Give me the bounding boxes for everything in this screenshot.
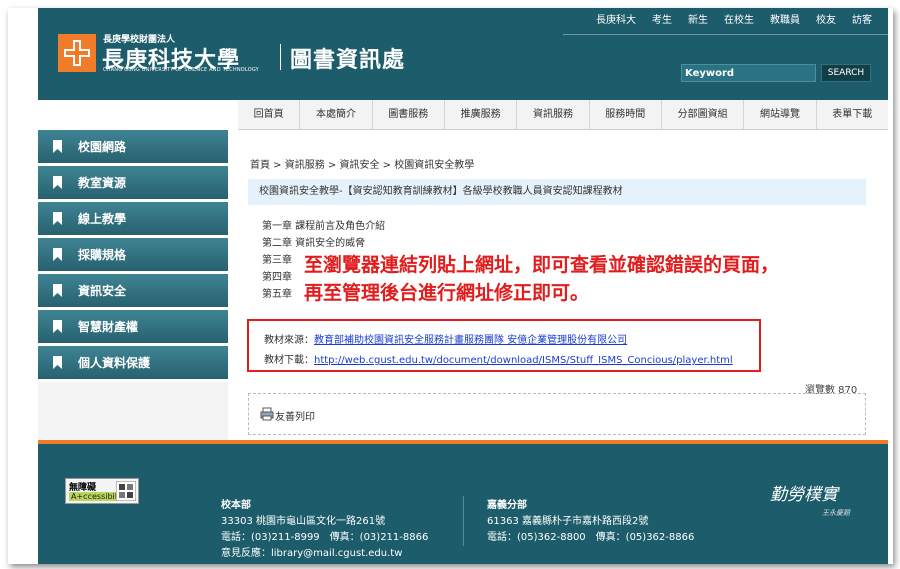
top-nav: 長庚科大 考生 新生 在校生 教職員 校友 訪客 bbox=[588, 12, 880, 30]
bookmark-flag-icon bbox=[53, 176, 62, 189]
screenshot-frame: 長庚學校財團法人 長庚科技大學 CHANG GUNG UNIVERSITY OF… bbox=[8, 8, 893, 564]
cgust-logo-icon[interactable] bbox=[58, 34, 96, 72]
search-button[interactable]: SEARCH bbox=[821, 64, 871, 82]
top-link-students[interactable]: 在校生 bbox=[716, 12, 762, 30]
nav-promotion[interactable]: 推廣服務 bbox=[445, 100, 518, 129]
download-link[interactable]: http://web.cgust.edu.tw/document/downloa… bbox=[314, 355, 733, 366]
print-button[interactable]: 友善列印 bbox=[275, 408, 315, 423]
campus-name: 嘉義分部 bbox=[487, 500, 527, 511]
page-title: 校園資訊安全教學-【資安認知教育訓練教材】各級學校教職人員資安認知課程教材 bbox=[248, 179, 866, 205]
site-header: 長庚學校財團法人 長庚科技大學 CHANG GUNG UNIVERSITY OF… bbox=[38, 8, 888, 100]
nav-library-services[interactable]: 圖書服務 bbox=[373, 100, 445, 129]
bookmark-flag-icon bbox=[53, 212, 62, 225]
sidebar-item-label: 線上教學 bbox=[78, 212, 127, 226]
campus-email[interactable]: 意見反應：library@mail.cgust.edu.tw bbox=[221, 546, 428, 562]
breadcrumb: 首頁 > 資訊服務 > 資訊安全 > 校園資訊安全教學 bbox=[250, 160, 475, 171]
search-input[interactable] bbox=[681, 64, 816, 82]
bookmark-flag-icon bbox=[53, 320, 62, 333]
bookmark-flag-icon bbox=[53, 356, 62, 369]
web-page: 長庚學校財團法人 長庚科技大學 CHANG GUNG UNIVERSITY OF… bbox=[38, 8, 888, 564]
accessibility-badge[interactable]: 無障礙 A+ccessibility bbox=[65, 478, 139, 504]
sidebar-item-label: 採購規格 bbox=[78, 248, 127, 262]
sidebar-item-online-teaching[interactable]: 線上教學 bbox=[38, 202, 228, 235]
unit-name[interactable]: 圖書資訊處 bbox=[290, 42, 405, 74]
footer-divider bbox=[463, 496, 464, 546]
source-label: 教材來源： bbox=[264, 335, 314, 346]
bookmark-flag-icon bbox=[53, 248, 62, 261]
top-link-applicants[interactable]: 考生 bbox=[644, 12, 680, 30]
campus-phone: 電話：(03)211-8999 傳真：(03)211-8866 bbox=[221, 532, 429, 543]
printer-icon[interactable] bbox=[260, 407, 274, 421]
campus-chiayi-info: 嘉義分部 61363 嘉義縣朴子市嘉朴路西段2號 電話：(05)362-8800… bbox=[487, 498, 694, 546]
top-link-freshmen[interactable]: 新生 bbox=[680, 12, 716, 30]
campus-name: 校本部 bbox=[221, 500, 251, 511]
logo-divider bbox=[280, 44, 281, 70]
bookmark-flag-icon bbox=[53, 284, 62, 297]
school-motto: 勤勞樸實 bbox=[770, 485, 838, 505]
download-row: 教材下載：http://web.cgust.edu.tw/document/do… bbox=[264, 351, 733, 366]
campus-main-info: 校本部 33303 桃園市龜山區文化一路261號 電話：(03)211-8999… bbox=[221, 498, 428, 562]
source-link[interactable]: 教育部補助校園資訊安全服務計畫服務團隊 安億企業管理股份有限公司 bbox=[314, 335, 627, 346]
top-link-cgust[interactable]: 長庚科大 bbox=[588, 12, 644, 30]
sidebar: 校園網路 教室資源 線上教學 採購規格 資訊安全 智慧財產權 個人資料保護 bbox=[38, 130, 228, 440]
nav-branch[interactable]: 分部圖資組 bbox=[662, 100, 745, 129]
sidebar-item-ip[interactable]: 智慧財產權 bbox=[38, 310, 228, 343]
main-nav: 回首頁 本處簡介 圖書服務 推廣服務 資訊服務 服務時間 分部圖資組 網站導覽 … bbox=[238, 100, 888, 130]
download-label: 教材下載： bbox=[264, 355, 314, 366]
sidebar-item-label: 資訊安全 bbox=[78, 284, 127, 298]
top-link-staff[interactable]: 教職員 bbox=[762, 12, 808, 30]
nav-info-services[interactable]: 資訊服務 bbox=[517, 100, 590, 129]
nav-forms[interactable]: 表單下載 bbox=[817, 100, 888, 129]
source-row: 教材來源：教育部補助校園資訊安全服務計畫服務團隊 安億企業管理股份有限公司 bbox=[264, 331, 627, 346]
school-name-en: CHANG GUNG UNIVERSITY OF SCIENCE AND TEC… bbox=[103, 67, 259, 73]
print-box: 友善列印 bbox=[248, 393, 866, 435]
sidebar-item-classroom[interactable]: 教室資源 bbox=[38, 166, 228, 199]
top-link-visitors[interactable]: 訪客 bbox=[844, 12, 880, 30]
sidebar-item-procurement[interactable]: 採購規格 bbox=[38, 238, 228, 271]
sidebar-background bbox=[38, 382, 228, 440]
annotation-text: 至瀏覽器連結列貼上網址，即可查看並確認錯誤的頁面， bbox=[304, 254, 780, 276]
sidebar-item-label: 校園網路 bbox=[78, 140, 127, 154]
campus-phone: 電話：(05)362-8800 傳真：(05)362-8866 bbox=[487, 532, 695, 543]
top-link-alumni[interactable]: 校友 bbox=[808, 12, 844, 30]
top-nav-divider bbox=[563, 34, 888, 35]
highlight-box: 教材來源：教育部補助校園資訊安全服務計畫服務團隊 安億企業管理股份有限公司 教材… bbox=[247, 319, 761, 372]
nav-home[interactable]: 回首頁 bbox=[238, 100, 301, 129]
bookmark-flag-icon bbox=[53, 140, 62, 153]
motto-signature: 王永慶題 bbox=[822, 509, 850, 517]
nav-sitemap[interactable]: 網站導覽 bbox=[744, 100, 817, 129]
sidebar-item-label: 教室資源 bbox=[78, 176, 127, 190]
campus-address: 33303 桃園市龜山區文化一路261號 bbox=[221, 516, 386, 527]
nav-hours[interactable]: 服務時間 bbox=[590, 100, 662, 129]
annotation-text: 再至管理後台進行網址修正即可。 bbox=[304, 282, 590, 304]
sidebar-item-campus-network[interactable]: 校園網路 bbox=[38, 130, 228, 163]
sidebar-item-label: 智慧財產權 bbox=[78, 320, 139, 334]
sidebar-item-privacy[interactable]: 個人資料保護 bbox=[38, 346, 228, 379]
accessibility-icon bbox=[116, 481, 136, 501]
campus-address: 61363 嘉義縣朴子市嘉朴路西段2號 bbox=[487, 516, 649, 527]
sidebar-item-security[interactable]: 資訊安全 bbox=[38, 274, 228, 307]
list-item: 第一章 課程前言及角色介紹 bbox=[262, 221, 386, 232]
nav-about[interactable]: 本處簡介 bbox=[300, 100, 373, 129]
sidebar-item-label: 個人資料保護 bbox=[78, 356, 151, 370]
site-footer: 無障礙 A+ccessibility 校本部 33303 桃園市龜山區文化一路2… bbox=[38, 444, 888, 564]
